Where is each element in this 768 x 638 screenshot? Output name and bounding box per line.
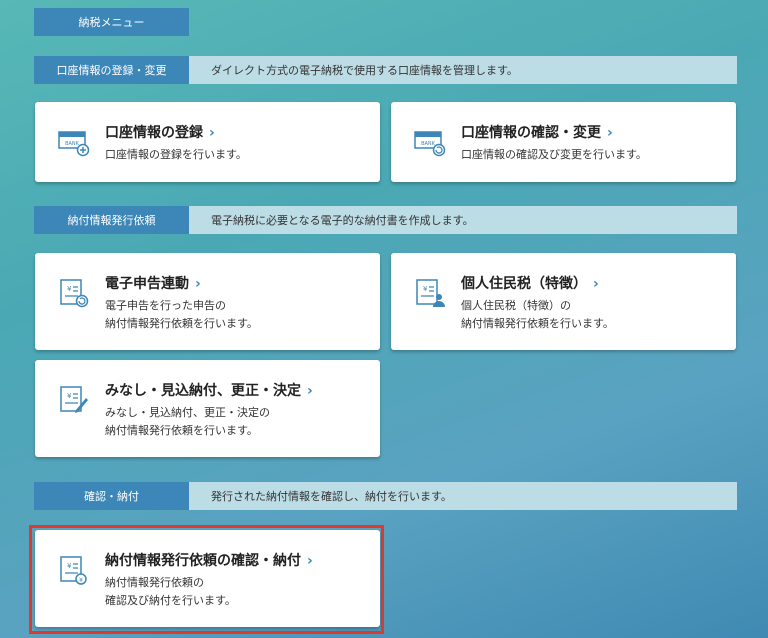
yen-doc-coin-icon: ¥ ¥ [57, 554, 91, 586]
card-subtitle: 口座情報の登録を行います。 [105, 148, 247, 161]
card-subtitle: 口座情報の確認及び変更を行います。 [461, 148, 647, 161]
svg-text:¥: ¥ [423, 285, 428, 293]
svg-text:¥: ¥ [67, 392, 72, 400]
section-bar-issue: 納付情報発行依頼 電子納税に必要となる電子的な納付書を作成します。 [34, 206, 737, 234]
section-bar-account: 口座情報の登録・変更 ダイレクト方式の電子納税で使用する口座情報を管理します。 [34, 56, 737, 84]
yen-doc-refresh-icon: ¥ [57, 277, 91, 309]
card-subtitle: 納付情報発行依頼の 確認及び納付を行います。 [105, 576, 236, 607]
svg-text:¥: ¥ [79, 577, 83, 584]
menu-tab: 納税メニュー [34, 8, 189, 36]
section-desc: 電子納税に必要となる電子的な納付書を作成します。 [211, 214, 474, 227]
section-desc: 発行された納付情報を確認し、納付を行います。 [211, 490, 452, 503]
yen-doc-person-icon: ¥ [413, 277, 447, 309]
section-tag: 口座情報の登録・変更 [34, 56, 189, 84]
svg-text:¥: ¥ [67, 285, 72, 293]
bank-refresh-icon: BANK [413, 126, 447, 158]
card-title[interactable]: 納付情報発行依頼の確認・納付 › [105, 552, 370, 570]
bank-add-icon: BANK [57, 126, 91, 158]
card-title[interactable]: みなし・見込納付、更正・決定 › [105, 382, 370, 400]
card-subtitle: みなし・見込納付、更正・決定の 納付情報発行依頼を行います。 [105, 406, 270, 437]
card-confirm-payment[interactable]: ¥ ¥ 納付情報発行依頼の確認・納付 › 納付情報発行依頼の 確認及び納付を行いま… [35, 530, 380, 627]
card-deemed-payment[interactable]: ¥ みなし・見込納付、更正・決定 › みなし・見込納付、更正・決定の 納付情報発行… [35, 360, 380, 457]
card-title[interactable]: 口座情報の登録 › [105, 124, 370, 142]
card-account-change[interactable]: BANK 口座情報の確認・変更 › 口座情報の確認及び変更を行います。 [391, 102, 736, 182]
yen-doc-pen-icon: ¥ [57, 384, 91, 416]
svg-text:BANK: BANK [421, 141, 436, 147]
card-title[interactable]: 口座情報の確認・変更 › [461, 124, 726, 142]
card-title[interactable]: 個人住民税（特徴） › [461, 275, 726, 293]
card-resident-tax[interactable]: ¥ 個人住民税（特徴） › 個人住民税（特徴）の 納付情報発行依頼を行います。 [391, 253, 736, 350]
card-account-register[interactable]: BANK 口座情報の登録 › 口座情報の登録を行います。 [35, 102, 380, 182]
section-bar-confirm: 確認・納付 発行された納付情報を確認し、納付を行います。 [34, 482, 737, 510]
section-tag: 納付情報発行依頼 [34, 206, 189, 234]
section-tag: 確認・納付 [34, 482, 189, 510]
svg-text:BANK: BANK [65, 141, 80, 147]
svg-text:¥: ¥ [67, 562, 72, 570]
card-subtitle: 個人住民税（特徴）の 納付情報発行依頼を行います。 [461, 299, 614, 330]
section-desc: ダイレクト方式の電子納税で使用する口座情報を管理します。 [211, 64, 518, 77]
card-title[interactable]: 電子申告連動 › [105, 275, 370, 293]
card-e-filing-link[interactable]: ¥ 電子申告連動 › 電子申告を行った申告の 納付情報発行依頼を行います。 [35, 253, 380, 350]
card-subtitle: 電子申告を行った申告の 納付情報発行依頼を行います。 [105, 299, 258, 330]
